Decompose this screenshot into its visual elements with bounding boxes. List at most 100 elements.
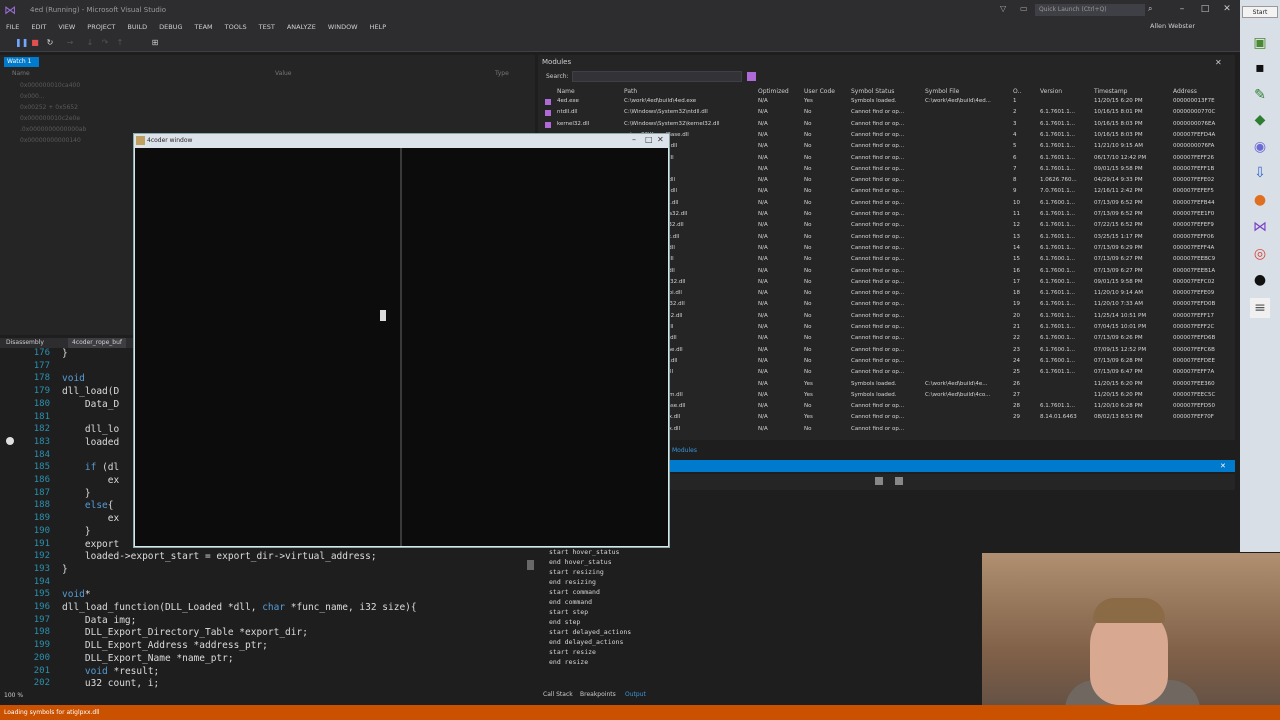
modules-close-icon[interactable]: ✕ xyxy=(1215,58,1222,67)
module-cell[interactable]: 3 xyxy=(1013,121,1038,127)
module-cell[interactable]: 07/13/09 6:28 PM xyxy=(1094,358,1170,364)
word-wrap-icon[interactable] xyxy=(895,477,903,485)
watch-row[interactable]: 0x000000010c2e0e xyxy=(20,115,80,122)
module-cell[interactable]: No xyxy=(804,290,849,296)
editor-scrollbar[interactable] xyxy=(527,560,534,570)
module-cell[interactable]: 09/01/15 9:58 PM xyxy=(1094,166,1170,172)
module-cell[interactable]: Cannot find or op... xyxy=(851,301,923,307)
module-cell[interactable]: 6.1.7601.1... xyxy=(1040,290,1092,296)
menu-file[interactable]: FILE xyxy=(0,20,25,34)
module-cell[interactable]: ntdll.dll xyxy=(557,109,622,115)
menu-edit[interactable]: EDIT xyxy=(25,20,52,34)
module-cell[interactable]: 29 xyxy=(1013,414,1038,420)
module-cell[interactable]: No xyxy=(804,347,849,353)
menu-debug[interactable]: DEBUG xyxy=(153,20,188,34)
module-cell[interactable]: N/A xyxy=(758,121,802,127)
module-cell[interactable]: No xyxy=(804,211,849,217)
module-cell[interactable]: 17 xyxy=(1013,279,1038,285)
module-cell[interactable]: N/A xyxy=(758,166,802,172)
step-into-icon[interactable]: ↓ xyxy=(85,38,95,48)
obs-icon[interactable]: ● xyxy=(1250,270,1270,290)
module-cell[interactable]: N/A xyxy=(758,98,802,104)
module-cell[interactable]: 6.1.7601.1... xyxy=(1040,132,1092,138)
module-cell[interactable]: 10/16/15 8:01 PM xyxy=(1094,109,1170,115)
module-cell[interactable]: 000007FEFDEE xyxy=(1173,358,1228,364)
tab-output[interactable]: Output xyxy=(625,691,646,698)
module-cell[interactable]: 000007FEFC6B xyxy=(1173,347,1228,353)
module-cell[interactable]: N/A xyxy=(758,369,802,375)
module-cell[interactable]: 6.1.7601.1... xyxy=(1040,234,1092,240)
menu-window[interactable]: WINDOW xyxy=(322,20,364,34)
module-cell[interactable]: 6.1.7601.1... xyxy=(1040,324,1092,330)
start-button[interactable]: Start xyxy=(1242,6,1278,18)
module-cell[interactable]: Yes xyxy=(804,381,849,387)
module-cell[interactable]: Cannot find or op... xyxy=(851,245,923,251)
module-cell[interactable]: Cannot find or op... xyxy=(851,143,923,149)
module-cell[interactable]: Cannot find or op... xyxy=(851,166,923,172)
module-cell[interactable]: 19 xyxy=(1013,301,1038,307)
module-cell[interactable]: 000007FEFF7A xyxy=(1173,369,1228,375)
modules-column-header[interactable]: User Code xyxy=(804,88,835,95)
module-cell[interactable]: 26 xyxy=(1013,381,1038,387)
module-cell[interactable]: 000007FEFF1B xyxy=(1173,166,1228,172)
quick-launch-input[interactable]: Quick Launch (Ctrl+Q) xyxy=(1035,4,1145,16)
module-cell[interactable]: N/A xyxy=(758,143,802,149)
module-cell[interactable]: 10/16/15 8:03 PM xyxy=(1094,121,1170,127)
module-cell[interactable]: 28 xyxy=(1013,403,1038,409)
module-cell[interactable]: Cannot find or op... xyxy=(851,324,923,330)
module-cell[interactable]: 07/13/09 6:47 PM xyxy=(1094,369,1170,375)
module-cell[interactable]: 12/16/11 2:42 PM xyxy=(1094,188,1170,194)
module-cell[interactable]: No xyxy=(804,109,849,115)
module-cell[interactable]: 000007FEFD0B xyxy=(1173,301,1228,307)
code-line[interactable]: if (dl xyxy=(62,462,119,473)
module-cell[interactable]: 6.1.7600.1... xyxy=(1040,200,1092,206)
module-cell[interactable]: Cannot find or op... xyxy=(851,188,923,194)
watch-row[interactable]: 0x00252 + 0x5652 xyxy=(20,104,78,111)
module-cell[interactable]: 06/17/10 12:42 PM xyxy=(1094,155,1170,161)
module-cell[interactable]: C:\Windows\System32\kernel32.dll xyxy=(624,121,756,127)
module-cell[interactable]: Cannot find or op... xyxy=(851,132,923,138)
module-cell[interactable]: 6.1.7601.1... xyxy=(1040,222,1092,228)
module-cell[interactable]: 4ed.exe xyxy=(557,98,622,104)
code-line[interactable]: void* xyxy=(62,589,91,600)
module-cell[interactable]: C:\work\4ed\build\4e... xyxy=(925,381,1011,387)
watch-row[interactable]: 0x00000000000140 xyxy=(20,137,81,144)
module-cell[interactable]: Cannot find or op... xyxy=(851,426,923,432)
module-cell[interactable]: 8 xyxy=(1013,177,1038,183)
coder-close-button[interactable]: ✕ xyxy=(657,135,664,144)
module-cell[interactable]: 000007FEF70F xyxy=(1173,414,1228,420)
module-cell[interactable]: 07/13/09 6:29 PM xyxy=(1094,245,1170,251)
notepad-icon[interactable]: ≡ xyxy=(1250,298,1270,318)
module-cell[interactable]: N/A xyxy=(758,109,802,115)
module-cell[interactable]: 23 xyxy=(1013,347,1038,353)
menu-project[interactable]: PROJECT xyxy=(81,20,121,34)
code-line[interactable]: void *result; xyxy=(62,666,159,677)
module-cell[interactable]: 6.1.7601.1... xyxy=(1040,121,1092,127)
watch-header-name[interactable]: Name xyxy=(12,70,30,77)
code-line[interactable]: dll_lo xyxy=(62,424,119,435)
module-cell[interactable]: Cannot find or op... xyxy=(851,268,923,274)
code-line[interactable]: Data img; xyxy=(62,615,136,626)
clear-all-icon[interactable] xyxy=(875,477,883,485)
module-cell[interactable]: Cannot find or op... xyxy=(851,347,923,353)
module-cell[interactable]: 000007FEFEF9 xyxy=(1173,222,1228,228)
menu-view[interactable]: VIEW xyxy=(52,20,81,34)
module-cell[interactable]: Cannot find or op... xyxy=(851,290,923,296)
module-cell[interactable]: 6.1.7601.1... xyxy=(1040,313,1092,319)
module-cell[interactable]: 6.1.7601.1... xyxy=(1040,369,1092,375)
module-cell[interactable]: No xyxy=(804,426,849,432)
module-cell[interactable]: Cannot find or op... xyxy=(851,403,923,409)
tab-4coder-rope-buf[interactable]: 4coder_rope_buf xyxy=(68,338,126,348)
code-line[interactable]: DLL_Export_Address *address_ptr; xyxy=(62,640,268,651)
minimize-button[interactable]: – xyxy=(1175,2,1189,16)
module-cell[interactable]: C:\work\4ed\build\4ed... xyxy=(925,98,1011,104)
module-cell[interactable]: 14 xyxy=(1013,245,1038,251)
paint-icon[interactable]: ✎ xyxy=(1250,85,1270,105)
module-cell[interactable]: 000007FEEC5C xyxy=(1173,392,1228,398)
module-cell[interactable]: N/A xyxy=(758,177,802,183)
modules-column-header[interactable]: O.. xyxy=(1013,88,1021,95)
module-cell[interactable]: No xyxy=(804,177,849,183)
module-cell[interactable]: 000007FEEB1A xyxy=(1173,268,1228,274)
module-cell[interactable]: 000007FEFE02 xyxy=(1173,177,1228,183)
tab-watch[interactable]: Watch 1 xyxy=(4,57,39,67)
